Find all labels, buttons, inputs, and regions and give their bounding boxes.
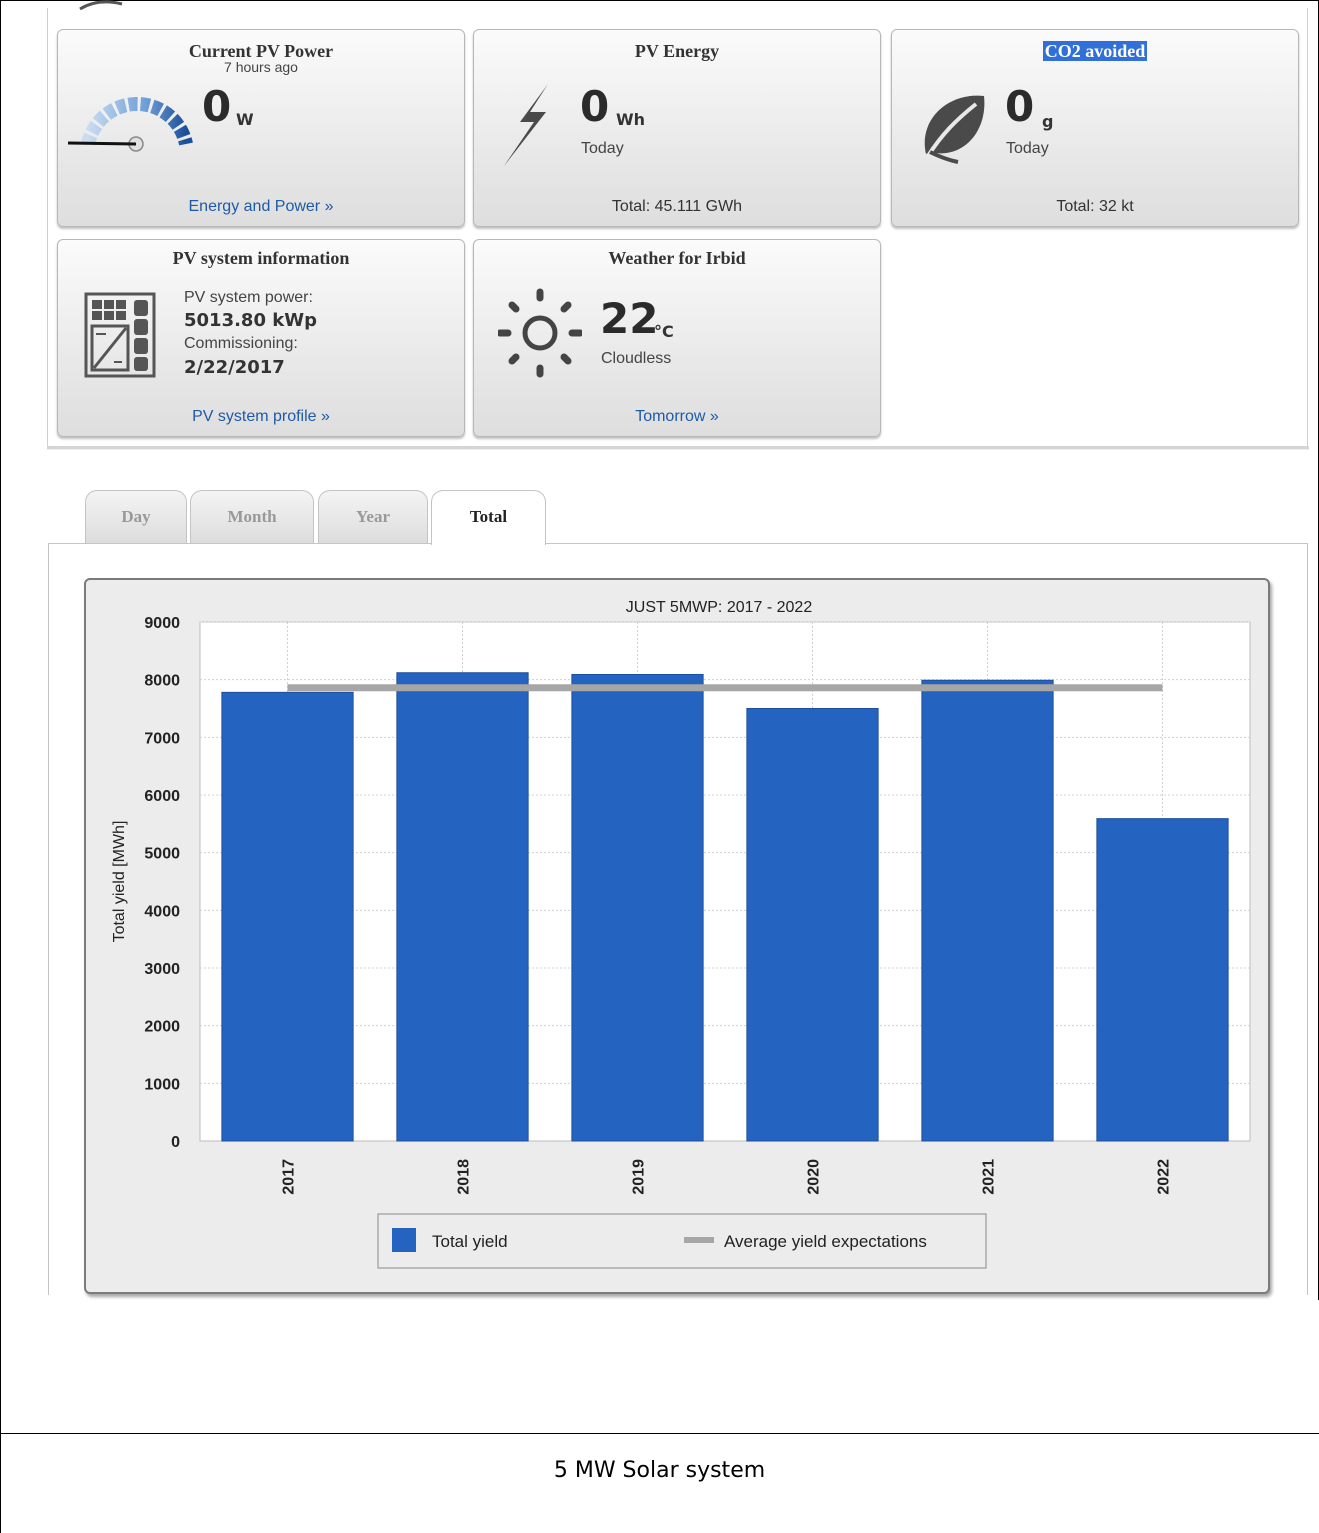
x-tick-label: 2019: [631, 1159, 648, 1195]
weather-condition: Cloudless: [601, 350, 672, 367]
frame-top-border: [0, 0, 1319, 1]
plot-area: [199, 621, 1251, 1142]
y-axis-label: Total yield [MWh]: [111, 821, 128, 943]
legend-label-total-yield: Total yield: [432, 1232, 508, 1251]
commissioning-value: 2/22/2017: [184, 357, 285, 378]
co2-card: CO2 avoided 0 g Today Total: 32 kt: [891, 29, 1299, 227]
y-tick-label: 6000: [144, 788, 180, 805]
figure-caption: 5 MW Solar system: [553, 1458, 766, 1483]
panel-right-border: [1307, 8, 1308, 446]
system-info-title: PV system information: [172, 248, 350, 268]
y-tick-label: 1000: [144, 1076, 180, 1093]
tab-day[interactable]: Day: [85, 490, 187, 544]
energy-and-power-link[interactable]: Energy and Power »: [58, 198, 464, 216]
pv-energy-period: Today: [581, 140, 624, 157]
gauge-icon: [67, 96, 193, 152]
chart-title: JUST 5MWP: 2017 - 2022: [626, 599, 813, 616]
co2-value: 0: [1005, 82, 1035, 131]
y-tick-label: 3000: [144, 961, 180, 978]
pv-energy-value: 0: [580, 82, 610, 131]
x-tick-label: 2020: [806, 1159, 823, 1195]
co2-unit: g: [1042, 112, 1054, 131]
tab-month[interactable]: Month: [190, 490, 314, 544]
weather-title: Weather for Irbid: [608, 248, 746, 268]
tomorrow-link[interactable]: Tomorrow »: [474, 408, 880, 426]
weather-card: Weather for Irbid 22 °C Cloudless Tomorr…: [473, 239, 881, 437]
panel-left-border: [47, 8, 48, 446]
current-power-card: Current PV Power 7 hours ago 0 W Energy …: [57, 29, 465, 227]
x-tick-label: 2018: [456, 1159, 473, 1195]
current-power-unit: W: [236, 110, 254, 129]
current-power-value: 0: [202, 82, 232, 131]
yield-chart: JUST 5MWP: 2017 - 2022 0 1000 2000 3000 4000 5…: [111, 599, 1251, 1269]
tab-baseline: [48, 543, 1308, 544]
y-tick-label: 7000: [144, 730, 180, 747]
bar-total-yield-2020: [746, 708, 879, 1142]
y-tick-label: 0: [171, 1134, 180, 1151]
bar-total-yield-2019: [571, 673, 704, 1142]
chart-container: JUST 5MWP: 2017 - 2022 0 1000 2000 3000 4000 5…: [84, 578, 1270, 1294]
solar-panel-icon: [84, 292, 156, 378]
commissioning-label: Commissioning:: [184, 335, 298, 352]
current-power-timestamp: 7 hours ago: [224, 59, 298, 75]
co2-title: CO2 avoided: [1042, 41, 1148, 61]
y-tick-label: 8000: [144, 673, 180, 690]
bar-total-yield-2018: [396, 672, 529, 1142]
tab-total[interactable]: Total: [431, 490, 546, 545]
pv-energy-total: Total: 45.111 GWh: [611, 198, 743, 215]
legend-swatch-total-yield: [392, 1228, 416, 1252]
co2-period: Today: [1006, 140, 1049, 157]
pv-energy-unit: Wh: [616, 110, 646, 129]
system-power-label: PV system power:: [184, 289, 313, 306]
bar-total-yield-2022: [1096, 818, 1229, 1142]
system-profile-link[interactable]: PV system profile »: [58, 408, 464, 426]
panel-bottom-shadow: [47, 449, 1309, 450]
bar-total-yield-2017: [221, 691, 354, 1142]
frame-divider: [0, 1433, 1319, 1434]
co2-title-wrap: CO2 avoided: [892, 41, 1298, 62]
content-left-border: [48, 543, 49, 1295]
frame-left-border: [0, 0, 1, 1533]
logo-fragment: [79, 0, 123, 10]
pv-energy-card: PV Energy 0 Wh Today Total: 45.111 GWh: [473, 29, 881, 227]
lightning-bolt-icon: [504, 84, 548, 166]
temperature-value: 22: [600, 294, 659, 343]
leaf-icon: [924, 95, 985, 164]
y-tick-label: 2000: [144, 1019, 180, 1036]
system-info-card: PV system information PV system power: 5…: [57, 239, 465, 437]
content-right-border: [1307, 543, 1308, 1295]
bar-total-yield-2021: [921, 679, 1054, 1142]
tab-year[interactable]: Year: [318, 490, 428, 544]
y-tick-label: 5000: [144, 846, 180, 863]
x-tick-label: 2022: [1156, 1159, 1173, 1195]
x-tick-label: 2021: [981, 1159, 998, 1195]
x-tick-label: 2017: [281, 1159, 298, 1195]
y-tick-label: 9000: [144, 615, 180, 632]
system-power-value: 5013.80 kWp: [184, 310, 317, 331]
pv-energy-title: PV Energy: [634, 41, 720, 61]
sun-icon: [498, 288, 582, 378]
co2-total: Total: 32 kt: [1056, 198, 1134, 215]
legend-label-average: Average yield expectations: [724, 1232, 927, 1251]
temperature-unit: °C: [654, 322, 674, 341]
y-tick-label: 4000: [144, 903, 180, 920]
